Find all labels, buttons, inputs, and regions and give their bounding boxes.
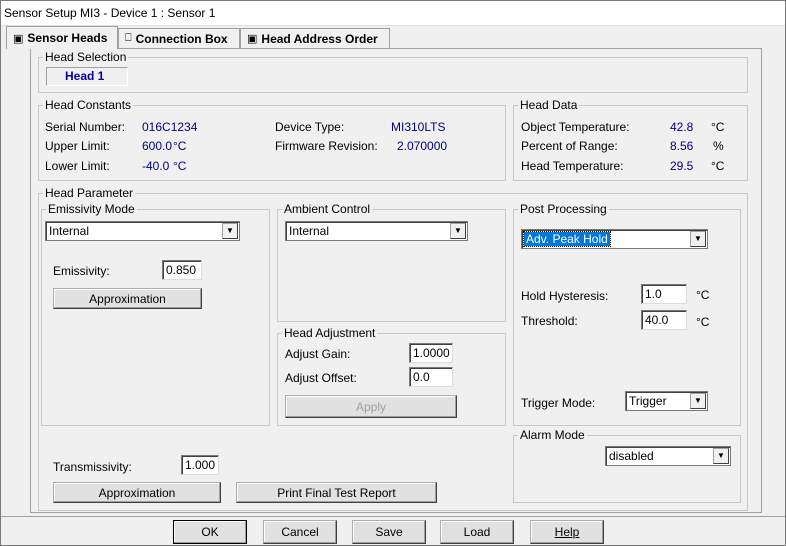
head-address-icon: ▣ (247, 33, 258, 45)
head-temperature-value: 29.5 (670, 159, 694, 173)
head-temperature-unit: °C (711, 159, 725, 173)
chevron-down-icon[interactable]: ▼ (713, 448, 729, 464)
trigger-mode-label: Trigger Mode: (521, 396, 596, 410)
chevron-down-icon[interactable]: ▼ (222, 223, 238, 239)
footer-divider (0, 516, 786, 517)
threshold-input[interactable]: 40.0 (641, 310, 687, 330)
lower-limit-label: Lower Limit: (45, 159, 110, 173)
alarm-mode-select[interactable]: disabled ▼ (605, 446, 731, 466)
group-label: Head Constants (43, 98, 134, 112)
adjust-offset-label: Adjust Offset: (285, 371, 357, 385)
trigger-mode-select[interactable]: Trigger ▼ (625, 391, 708, 411)
group-label: Ambient Control (282, 202, 373, 216)
adjust-gain-input[interactable]: 1.0000 (409, 343, 453, 363)
chevron-down-icon[interactable]: ▼ (450, 223, 466, 239)
group-label: Alarm Mode (518, 428, 587, 442)
upper-limit-label: Upper Limit: (45, 139, 110, 153)
adjust-offset-input[interactable]: 0.0 (409, 367, 453, 387)
hold-hysteresis-input[interactable]: 1.0 (641, 284, 687, 304)
group-label: Emissivity Mode (46, 202, 137, 216)
window-title: Sensor Setup MI3 - Device 1 : Sensor 1 (0, 0, 786, 26)
percent-range-label: Percent of Range: (521, 139, 618, 153)
object-temperature-value: 42.8 (670, 120, 694, 134)
chevron-down-icon[interactable]: ▼ (690, 231, 706, 247)
firmware-revision-value: 2.070000 (397, 139, 448, 153)
transmissivity-label: Transmissivity: (53, 460, 132, 474)
transmissivity-input[interactable]: 1.000 (181, 455, 219, 475)
emissivity-mode-group: Emissivity Mode (41, 202, 270, 426)
upper-limit-value: 600.0 (142, 139, 173, 153)
emissivity-label: Emissivity: (53, 264, 110, 278)
tab-head-address-order[interactable]: ▣ Head Address Order (240, 28, 390, 48)
select-value: Trigger (629, 394, 667, 408)
emissivity-mode-select[interactable]: Internal ▼ (45, 221, 240, 241)
percent-range-unit: % (713, 139, 724, 153)
chevron-down-icon[interactable]: ▼ (690, 393, 706, 409)
serial-number-value: 016C1234 (142, 120, 198, 134)
group-label: Post Processing (518, 202, 609, 216)
select-value: Internal (49, 224, 90, 238)
tab-label: Head Address Order (261, 31, 378, 46)
object-temperature-label: Object Temperature: (521, 120, 630, 134)
head-selection-field[interactable]: Head 1 (46, 67, 128, 86)
group-label: Head Selection (43, 50, 129, 64)
tab-sensor-heads[interactable]: ▣ Sensor Heads (6, 26, 118, 49)
serial-number-label: Serial Number: (45, 120, 126, 134)
sensor-head-icon: ▣ (13, 32, 24, 45)
group-label: Head Parameter (43, 186, 136, 200)
load-button[interactable]: Load (440, 520, 514, 544)
help-button[interactable]: Help (530, 520, 604, 544)
select-value: Internal (289, 224, 330, 238)
hold-hysteresis-unit: °C (696, 288, 710, 302)
device-type-label: Device Type: (275, 120, 345, 134)
head-selection-group: Head Selection (38, 50, 748, 93)
ambient-control-select[interactable]: Internal ▼ (285, 221, 468, 241)
threshold-label: Threshold: (521, 314, 578, 328)
connection-box-icon: ⎕ (125, 32, 132, 44)
tab-label: Sensor Heads (27, 31, 108, 45)
device-type-value: MI310LTS (391, 120, 446, 134)
transmissivity-approximation-button[interactable]: Approximation (53, 482, 221, 503)
emissivity-input[interactable]: 0.850 (162, 260, 202, 280)
apply-button[interactable]: Apply (285, 395, 457, 418)
tab-connection-box[interactable]: ⎕ Connection Box (118, 28, 240, 48)
ok-button[interactable]: OK (173, 520, 247, 544)
save-button[interactable]: Save (352, 520, 426, 544)
object-temperature-unit: °C (711, 120, 725, 134)
post-processing-select[interactable]: Adv. Peak Hold ▼ (521, 229, 708, 249)
tab-label: Connection Box (135, 31, 228, 46)
adjust-gain-label: Adjust Gain: (285, 347, 351, 361)
group-label: Head Adjustment (282, 326, 378, 340)
print-final-test-report-button[interactable]: Print Final Test Report (236, 482, 437, 503)
emissivity-approximation-button[interactable]: Approximation (53, 288, 202, 309)
hold-hysteresis-label: Hold Hysteresis: (521, 289, 609, 303)
cancel-button[interactable]: Cancel (263, 520, 337, 544)
head-temperature-label: Head Temperature: (521, 159, 624, 173)
upper-limit-unit: °C (173, 139, 187, 153)
percent-range-value: 8.56 (670, 139, 694, 153)
select-value: Adv. Peak Hold (523, 231, 611, 247)
threshold-unit: °C (696, 315, 710, 329)
firmware-revision-label: Firmware Revision: (275, 139, 378, 153)
select-value: disabled (609, 449, 654, 463)
lower-limit-unit: °C (173, 159, 187, 173)
lower-limit-value: -40.0 (142, 159, 170, 173)
group-label: Head Data (518, 98, 580, 112)
